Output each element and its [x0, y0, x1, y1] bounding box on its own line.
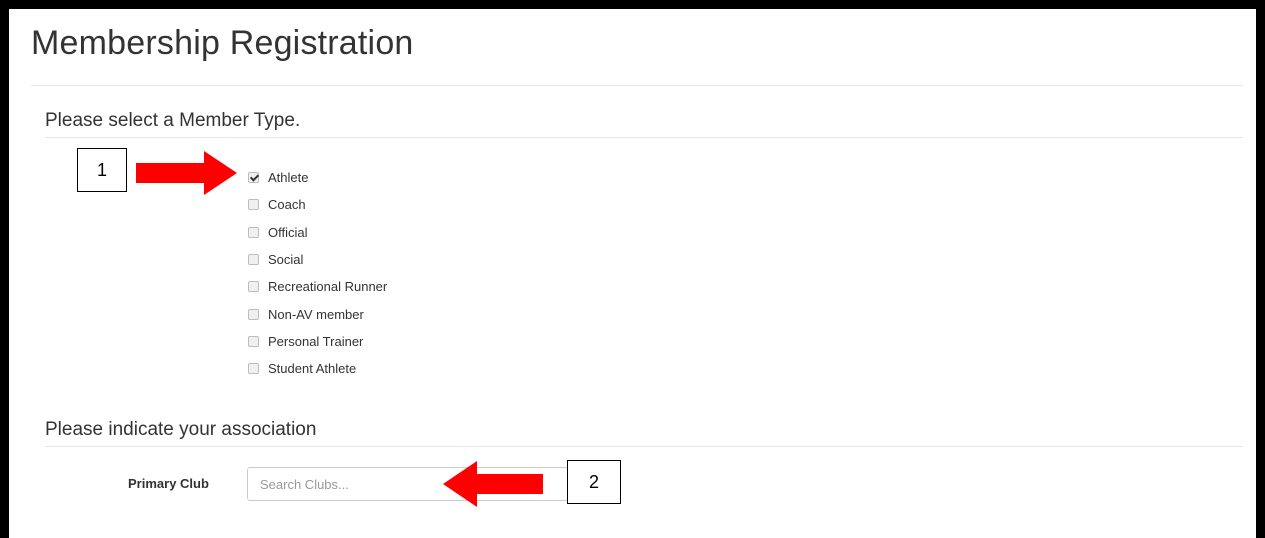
member-type-option-non-av-member[interactable]: Non-AV member — [248, 300, 387, 327]
member-type-divider — [45, 137, 1243, 138]
member-type-option-recreational-runner[interactable]: Recreational Runner — [248, 273, 387, 300]
non-av-member-checkbox[interactable] — [248, 308, 259, 320]
arrow-right-icon — [136, 151, 237, 195]
callout-box-1: 1 — [77, 148, 127, 192]
member-type-label: Official — [268, 224, 308, 240]
member-type-option-social[interactable]: Social — [248, 246, 387, 273]
member-type-heading: Please select a Member Type. — [45, 110, 301, 131]
member-type-option-athlete[interactable]: Athlete — [248, 164, 387, 191]
athlete-checkbox[interactable] — [248, 172, 259, 184]
member-type-label: Student Athlete — [268, 361, 357, 377]
coach-checkbox[interactable] — [248, 199, 259, 211]
member-type-option-personal-trainer[interactable]: Personal Trainer — [248, 328, 387, 355]
student-athlete-checkbox[interactable] — [248, 363, 259, 375]
personal-trainer-checkbox[interactable] — [248, 335, 259, 347]
title-divider — [31, 85, 1243, 86]
member-type-label: Personal Trainer — [268, 333, 364, 349]
member-type-option-coach[interactable]: Coach — [248, 191, 387, 218]
primary-club-label: Primary Club — [128, 476, 209, 491]
arrow-left-icon — [443, 461, 543, 507]
member-type-label: Social — [268, 252, 304, 268]
member-type-option-official[interactable]: Official — [248, 219, 387, 246]
social-checkbox[interactable] — [248, 254, 259, 266]
recreational-runner-checkbox[interactable] — [248, 281, 259, 293]
association-divider — [45, 446, 1243, 447]
official-checkbox[interactable] — [248, 226, 259, 238]
screenshot-frame — [0, 0, 1265, 538]
member-type-label: Coach — [268, 197, 306, 213]
arrow-left-shape — [443, 461, 543, 507]
callout-box-2: 2 — [567, 460, 621, 504]
page-title: Membership Registration — [31, 24, 414, 62]
member-type-label: Recreational Runner — [268, 279, 388, 295]
member-type-label: Non-AV member — [268, 306, 364, 322]
association-heading: Please indicate your association — [45, 419, 317, 440]
member-type-list: Athlete Coach Official Social Recreation… — [248, 164, 387, 382]
member-type-option-student-athlete[interactable]: Student Athlete — [248, 355, 387, 382]
member-type-label: Athlete — [268, 170, 309, 186]
arrow-right-shape — [136, 151, 237, 195]
